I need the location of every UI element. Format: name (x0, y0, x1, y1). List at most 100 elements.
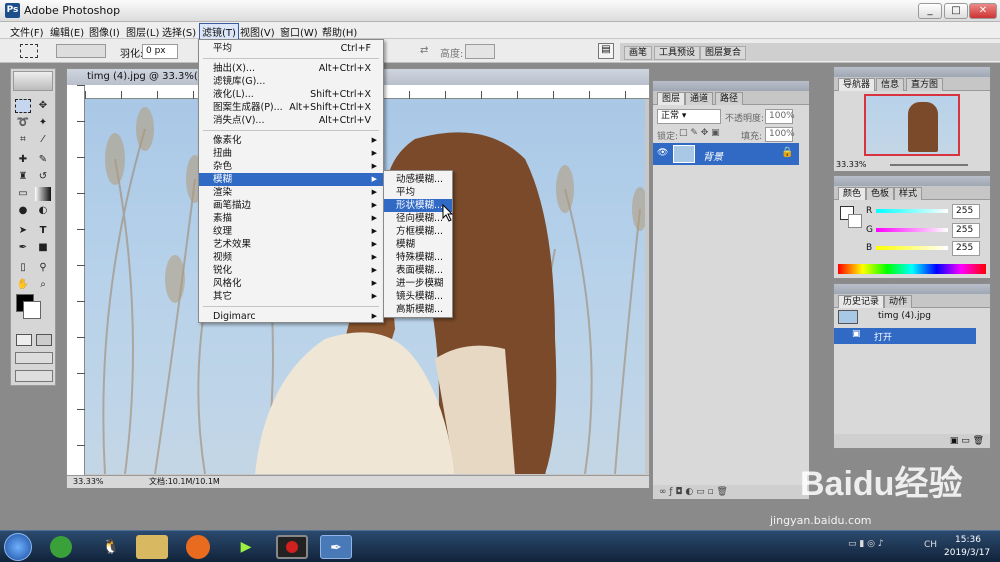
opacity-input[interactable]: 100% (765, 109, 795, 124)
tab-brushes[interactable]: 画笔 (624, 46, 653, 60)
color-titlebar[interactable] (834, 176, 990, 186)
feather-input[interactable]: 0 px (142, 44, 178, 59)
tab-channels[interactable]: 通道 (685, 92, 714, 105)
b-input[interactable]: 255 (952, 241, 980, 256)
firefox-icon[interactable] (186, 535, 210, 559)
shape-icon[interactable]: ■ (35, 241, 51, 255)
menu-filter[interactable]: 滤镜(T) (199, 23, 239, 40)
type-icon[interactable]: T (35, 224, 51, 238)
menu-image[interactable]: 图像(I) (89, 24, 120, 39)
filter-menu-item[interactable]: 模糊 ▶ (199, 173, 383, 186)
history-brush-source-icon[interactable]: ▣ (852, 329, 861, 339)
snapshot-name[interactable]: timg (4).jpg (878, 311, 931, 321)
menu-layer[interactable]: 图层(L) (126, 24, 159, 39)
blur-submenu-item[interactable]: 平均 (384, 186, 452, 199)
r-input[interactable]: 255 (952, 204, 980, 219)
history-titlebar[interactable] (834, 284, 990, 294)
history-brush-icon[interactable]: ↺ (35, 170, 51, 184)
gradient-icon[interactable] (35, 187, 51, 201)
blur-submenu-item[interactable]: 方框模糊... (384, 225, 452, 238)
stamp-icon[interactable]: ♜ (15, 170, 31, 184)
color-ramp[interactable] (838, 264, 986, 274)
hand-icon[interactable]: ✋ (15, 278, 31, 292)
restore-button[interactable]: □ (944, 3, 968, 19)
blur-submenu-item[interactable]: 高斯模糊... (384, 303, 452, 316)
standard-mode-icon[interactable] (16, 334, 32, 346)
tab-histogram[interactable]: 直方图 (906, 78, 944, 91)
tray-icons[interactable]: ▭ ▮ ◎ ♪ (848, 539, 884, 549)
blend-mode-select[interactable]: 正常 ▾ (657, 109, 721, 124)
menu-edit[interactable]: 编辑(E) (50, 24, 84, 39)
tab-swatches[interactable]: 色板 (866, 187, 895, 200)
tab-info[interactable]: 信息 (876, 78, 905, 91)
layer-row-background[interactable]: 👁 背景 🔒 (653, 143, 799, 165)
filter-menu-item[interactable]: 艺术效果 ▶ (199, 238, 383, 251)
history-footer[interactable]: ▣ ▭ 🗑 (834, 434, 990, 448)
filter-menu-item[interactable]: 素描 ▶ (199, 212, 383, 225)
filter-menu-item[interactable]: 渲染 ▶ (199, 186, 383, 199)
tab-history[interactable]: 历史记录 (838, 295, 885, 308)
feather-logo-icon[interactable] (13, 71, 53, 91)
menu-file[interactable]: 文件(F) (10, 24, 44, 39)
layer-name[interactable]: 背景 (703, 148, 723, 163)
blur-submenu-item[interactable]: 动感模糊... (384, 173, 452, 186)
tab-navigator[interactable]: 导航器 (838, 78, 876, 91)
rect-marquee-tool-icon[interactable] (15, 99, 31, 113)
taskbar-time[interactable]: 15:36 (955, 535, 981, 545)
filter-menu-item[interactable]: 扭曲 ▶ (199, 147, 383, 160)
path-select-icon[interactable]: ➤ (15, 224, 31, 238)
filter-menu-item[interactable]: 抽出(X)... Alt+Ctrl+X (199, 62, 383, 75)
photoshop-task-icon[interactable]: ✒ (320, 535, 352, 559)
tab-color[interactable]: 颜色 (838, 187, 867, 200)
brush-icon[interactable]: ✎ (35, 153, 51, 167)
b-slider[interactable] (876, 246, 948, 250)
filter-menu-item[interactable]: Digimarc ▶ (199, 310, 383, 323)
filter-menu-item[interactable]: 风格化 ▶ (199, 277, 383, 290)
record-icon[interactable] (276, 535, 308, 559)
lock-icons[interactable]: □ ✎ ✥ ▣ (679, 128, 720, 138)
g-slider[interactable] (876, 228, 948, 232)
fill-input[interactable]: 100% (765, 127, 795, 142)
filter-menu-item[interactable]: 锐化 ▶ (199, 264, 383, 277)
filter-menu-item[interactable]: 其它 ▶ (199, 290, 383, 303)
blur-submenu-item[interactable]: 进一步模糊 (384, 277, 452, 290)
filter-menu-item[interactable]: 图案生成器(P)... Alt+Shift+Ctrl+X (199, 101, 383, 114)
height-input[interactable] (465, 44, 495, 59)
navigator-zoom-slider[interactable] (890, 164, 968, 166)
healing-icon[interactable]: ✚ (15, 153, 31, 167)
tab-layer-comps[interactable]: 图层复合 (700, 46, 747, 60)
pen-icon[interactable]: ✒ (15, 241, 31, 255)
qq-icon[interactable]: 🐧 (95, 535, 127, 559)
jump-to-imageready-icon[interactable] (15, 370, 53, 382)
menu-view[interactable]: 视图(V) (240, 24, 275, 39)
g-input[interactable]: 255 (952, 223, 980, 238)
file-explorer-icon[interactable] (136, 535, 168, 559)
selection-mode-buttons[interactable] (56, 44, 106, 58)
visibility-eye-icon[interactable]: 👁 (657, 148, 668, 158)
eraser-icon[interactable]: ▭ (15, 187, 31, 201)
filter-menu-item[interactable]: 平均 Ctrl+F (199, 42, 383, 55)
layers-panel-footer[interactable]: ∞ ƒ ◘ ◐ ▭ ▫ 🗑 (653, 485, 809, 499)
close-button[interactable]: ✕ (969, 3, 997, 19)
navigator-zoom[interactable]: 33.33% (836, 160, 867, 169)
tab-layers[interactable]: 图层 (657, 92, 686, 105)
blur-submenu-item[interactable]: 表面模糊... (384, 264, 452, 277)
menu-select[interactable]: 选择(S) (162, 24, 196, 39)
navigator-thumbnail[interactable] (864, 94, 960, 156)
tab-paths[interactable]: 路径 (715, 92, 744, 105)
filter-menu-item[interactable]: 像素化 ▶ (199, 134, 383, 147)
background-color-swatch[interactable] (23, 301, 41, 319)
lang-indicator[interactable]: CH (924, 540, 937, 550)
color-bg-swatch[interactable] (848, 214, 862, 228)
tab-actions[interactable]: 动作 (884, 295, 913, 308)
screen-mode-icon[interactable] (15, 352, 53, 364)
navigator-titlebar[interactable] (834, 67, 990, 77)
taskbar-date[interactable]: 2019/3/17 (944, 548, 990, 558)
dodge-icon[interactable]: ◐ (35, 204, 51, 218)
zoom-icon[interactable]: ⌕ (35, 278, 51, 292)
filter-menu-item[interactable]: 滤镜库(G)... (199, 75, 383, 88)
media-player-icon[interactable]: ▶ (230, 535, 262, 559)
filter-menu-item[interactable]: 杂色 ▶ (199, 160, 383, 173)
slice-icon[interactable]: ⁄ (35, 133, 51, 147)
notes-icon[interactable]: ▯ (15, 261, 31, 275)
